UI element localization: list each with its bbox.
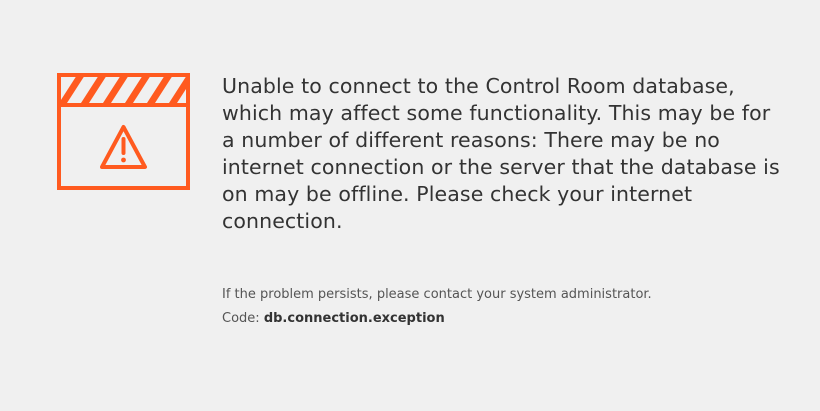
error-code-line: Code: db.connection.exception <box>222 310 445 327</box>
error-code-value: db.connection.exception <box>263 311 445 326</box>
error-hint: If the problem persists, please contact … <box>222 287 652 302</box>
clapperboard-warning-icon <box>57 73 190 190</box>
error-page: Unable to connect to the Control Room da… <box>0 0 820 411</box>
error-code-label: Code: <box>222 311 260 326</box>
error-message: Unable to connect to the Control Room da… <box>222 74 780 233</box>
